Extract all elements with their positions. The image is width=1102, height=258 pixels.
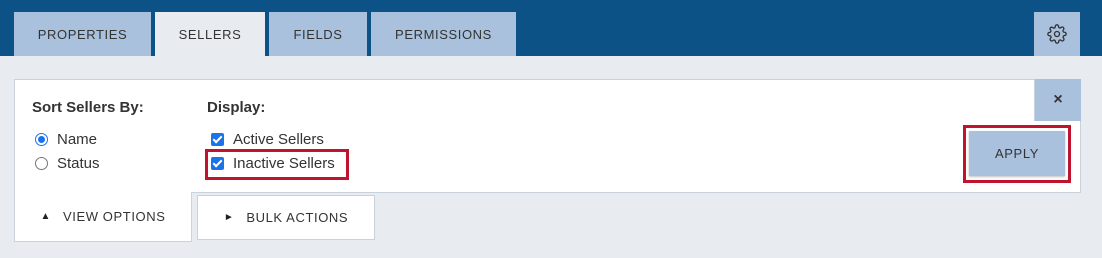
tab-permissions[interactable]: PERMISSIONS — [371, 12, 516, 56]
sort-by-status-radio[interactable]: Status — [35, 155, 100, 172]
view-options-tab[interactable]: ▲ VIEW OPTIONS — [14, 192, 192, 242]
tab-fields-label: FIELDS — [293, 26, 343, 42]
bulk-actions-tab[interactable]: ► BULK ACTIONS — [197, 195, 375, 240]
inactive-sellers-highlight — [205, 149, 349, 180]
sort-by-name-radio[interactable]: Name — [35, 131, 97, 148]
tab-properties[interactable]: PROPERTIES — [14, 12, 151, 56]
sort-sellers-heading: Sort Sellers By: — [32, 99, 144, 116]
close-icon: × — [1053, 91, 1063, 108]
radio-unchecked-icon[interactable] — [35, 157, 48, 170]
tab-sellers-label: SELLERS — [178, 26, 242, 42]
triangle-right-icon: ► — [223, 212, 235, 223]
tab-properties-label: PROPERTIES — [37, 26, 128, 42]
view-options-label: VIEW OPTIONS — [62, 209, 166, 224]
display-heading: Display: — [207, 99, 266, 116]
settings-button[interactable] — [1034, 12, 1080, 56]
checkbox-checked-icon[interactable] — [211, 133, 224, 146]
tab-permissions-label: PERMISSIONS — [395, 26, 492, 42]
view-options-panel — [14, 79, 1081, 193]
radio-checked-icon[interactable] — [35, 133, 48, 146]
gear-icon — [1047, 24, 1067, 44]
apply-button-highlight — [963, 125, 1071, 183]
tab-fields[interactable]: FIELDS — [269, 12, 367, 56]
close-panel-button[interactable]: × — [1034, 79, 1081, 121]
sort-by-status-label: Status — [57, 155, 100, 172]
active-sellers-checkbox[interactable]: Active Sellers — [211, 131, 324, 148]
sort-by-name-label: Name — [57, 131, 98, 148]
bulk-actions-label: BULK ACTIONS — [246, 210, 349, 225]
active-sellers-label: Active Sellers — [233, 131, 324, 148]
tab-sellers[interactable]: SELLERS — [155, 12, 265, 56]
triangle-up-icon: ▲ — [40, 211, 51, 222]
